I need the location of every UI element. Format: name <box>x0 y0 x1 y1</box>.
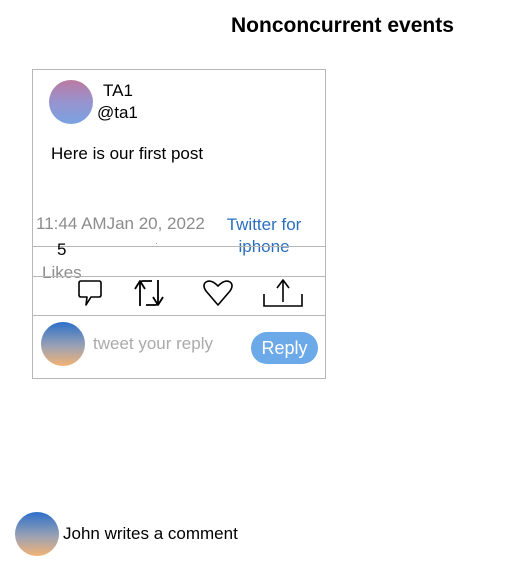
post-text: Here is our first post <box>51 144 204 163</box>
post-source-link[interactable]: Twitter for iphone <box>221 214 307 258</box>
tweet-card: TA1 @ta1 Here is our first post 11:44 AM… <box>32 69 326 379</box>
reply-input[interactable] <box>93 334 233 354</box>
comment-button[interactable] <box>73 276 107 310</box>
likes-count: 5 <box>57 240 67 259</box>
page-title: Nonconcurrent events <box>231 14 454 37</box>
retweet-button[interactable] <box>131 276 167 310</box>
divider <box>33 315 325 316</box>
event-description: John writes a comment <box>63 524 238 543</box>
reply-button[interactable]: Reply <box>251 332 318 364</box>
heart-icon <box>203 280 233 306</box>
avatar[interactable] <box>49 80 93 124</box>
user-handle[interactable]: @ta1 <box>97 103 138 123</box>
share-icon <box>263 279 303 307</box>
share-button[interactable] <box>262 276 304 310</box>
post-timestamp: 11:44 AMJan 20, 2022 <box>36 214 205 233</box>
reply-avatar <box>41 322 85 366</box>
like-button[interactable] <box>201 276 235 310</box>
retweet-icon <box>134 280 164 306</box>
display-name[interactable]: TA1 <box>103 81 133 101</box>
event-avatar <box>15 512 59 556</box>
comment-icon <box>78 280 102 306</box>
divider <box>33 246 325 247</box>
